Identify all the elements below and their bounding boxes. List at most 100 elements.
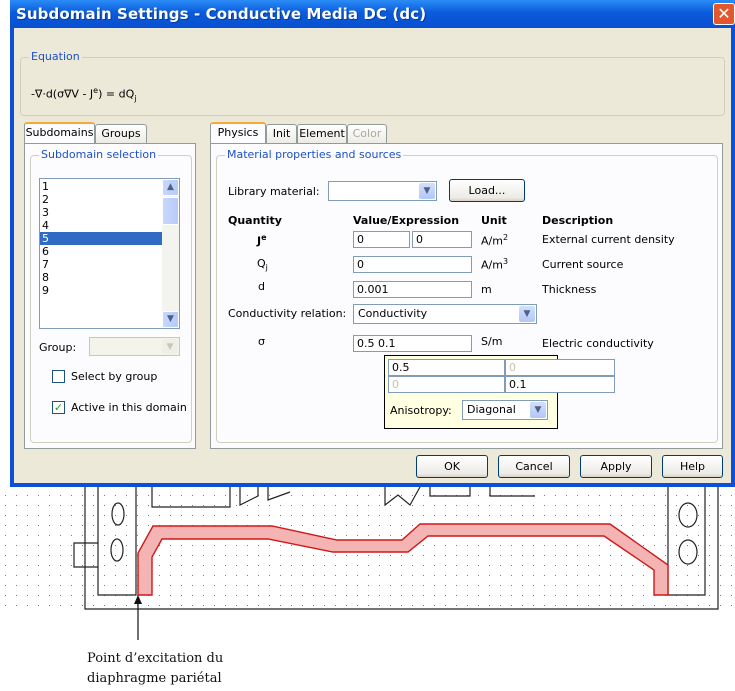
conductivity-relation-select[interactable]: Conductivity ▼ <box>353 304 537 324</box>
tab-groups[interactable]: Groups <box>95 124 147 143</box>
tab-physics[interactable]: Physics <box>210 122 266 143</box>
apply-button[interactable]: Apply <box>580 455 652 478</box>
tab-init-label: Init <box>272 127 291 140</box>
list-item[interactable]: 6 <box>40 245 179 258</box>
list-item[interactable]: 5 <box>40 232 179 245</box>
library-material-select[interactable]: ▼ <box>328 181 437 201</box>
description-qj: Current source <box>542 258 624 271</box>
list-item[interactable]: 9 <box>40 284 179 297</box>
select-by-group-label: Select by group <box>71 370 158 383</box>
anisotropy-select[interactable]: Diagonal ▼ <box>462 400 548 420</box>
equation-formula: -∇·d(σ∇V - Je) = dQj <box>31 86 136 103</box>
group-label: Group: <box>39 341 77 354</box>
library-material-label: Library material: <box>228 185 320 198</box>
quantity-je-sup: e <box>261 233 267 242</box>
header-value: Value/Expression <box>353 214 460 227</box>
subdomain-list-items: 123456789 <box>40 179 179 297</box>
listbox-scrollbar[interactable]: ▲ ▼ <box>162 179 179 328</box>
qj-input[interactable]: 0 <box>353 256 472 273</box>
tab-subdomains-label: Subdomains <box>25 126 94 139</box>
select-by-group-checkbox[interactable] <box>52 370 65 383</box>
chevron-down-icon: ▼ <box>530 402 546 418</box>
quantity-je: Je <box>257 233 267 248</box>
tab-subdomains[interactable]: Subdomains <box>24 122 95 143</box>
active-in-domain-label: Active in this domain <box>71 401 187 414</box>
load-button[interactable]: Load... <box>449 179 525 202</box>
list-item[interactable]: 4 <box>40 219 179 232</box>
subdomain-settings-dialog: Subdomain Settings - Conductive Media DC… <box>10 0 735 487</box>
tab-groups-label: Groups <box>101 127 141 140</box>
load-button-label: Load... <box>468 184 506 197</box>
close-button[interactable]: ✕ <box>713 3 735 25</box>
group-select[interactable]: ▼ <box>89 337 180 356</box>
je-x-input[interactable]: 0 <box>353 231 410 248</box>
material-properties-legend: Material properties and sources <box>225 148 404 161</box>
unit-sigma: S/m <box>481 335 503 348</box>
chevron-down-icon: ▼ <box>419 183 435 199</box>
tensor-yy-input[interactable]: 0.1 <box>505 376 615 393</box>
chevron-down-icon: ▼ <box>162 339 178 354</box>
unit-je: A/m2 <box>481 233 508 248</box>
conductivity-relation-value: Conductivity <box>358 307 428 320</box>
scroll-up-button[interactable]: ▲ <box>162 179 179 196</box>
description-sigma: Electric conductivity <box>542 337 654 350</box>
tab-physics-label: Physics <box>217 126 259 139</box>
tab-element[interactable]: Element <box>297 124 347 143</box>
je-y-input[interactable]: 0 <box>412 231 472 248</box>
header-description: Description <box>542 214 614 227</box>
figure-caption: Point d’excitation du diaphragme pariéta… <box>87 649 223 689</box>
ok-button[interactable]: OK <box>416 455 488 478</box>
checkmark-icon: ✓ <box>53 401 64 414</box>
apply-button-label: Apply <box>600 460 632 473</box>
equation-sub: j <box>134 93 137 103</box>
quantity-qj-base: Q <box>257 257 266 270</box>
help-button-label: Help <box>679 460 706 473</box>
subdomain-selection-legend: Subdomain selection <box>39 148 159 161</box>
unit-qj: A/m3 <box>481 257 508 272</box>
header-quantity: Quantity <box>228 214 282 227</box>
scroll-down-button[interactable]: ▼ <box>162 311 179 328</box>
help-button[interactable]: Help <box>662 455 723 478</box>
quantity-qj: Qj <box>257 257 268 272</box>
tab-init[interactable]: Init <box>266 124 297 143</box>
active-in-domain-checkbox[interactable]: ✓ <box>52 401 65 414</box>
unit-d: m <box>481 283 492 296</box>
list-item[interactable]: 1 <box>40 180 179 193</box>
scroll-thumb[interactable] <box>162 197 179 225</box>
caption-line-2: diaphragme pariétal <box>87 671 222 686</box>
equation-part-2: ) = dQ <box>98 87 135 101</box>
equation-legend: Equation <box>29 50 82 63</box>
sigma-input[interactable]: 0.5 0.1 <box>353 335 472 352</box>
conductivity-relation-label: Conductivity relation: <box>228 307 347 320</box>
equation-part-1: -∇·d(σ∇V - J <box>31 87 94 101</box>
quantity-d: d <box>258 280 265 293</box>
description-je: External current density <box>542 233 675 246</box>
equation-group: Equation -∇·d(σ∇V - Je) = dQj <box>20 50 725 116</box>
list-item[interactable]: 3 <box>40 206 179 219</box>
cancel-button-label: Cancel <box>515 460 553 473</box>
thickness-input[interactable]: 0.001 <box>353 281 472 298</box>
cancel-button[interactable]: Cancel <box>498 455 570 478</box>
description-d: Thickness <box>542 283 597 296</box>
dialog-client-area: Equation -∇·d(σ∇V - Je) = dQj Subdomains… <box>14 28 731 483</box>
anisotropy-value: Diagonal <box>467 403 516 416</box>
title-bar[interactable]: Subdomain Settings - Conductive Media DC… <box>10 0 735 28</box>
caption-line-1: Point d’excitation du <box>87 651 224 666</box>
tab-color: Color <box>347 124 387 143</box>
unit-qj-sup: 3 <box>502 257 509 266</box>
tensor-xx-input[interactable]: 0.5 <box>388 359 505 376</box>
tensor-yx-input[interactable]: 0 <box>388 376 505 393</box>
tab-color-label: Color <box>352 127 382 140</box>
subdomain-listbox[interactable]: 123456789 ▲ ▼ <box>39 178 180 329</box>
list-item[interactable]: 8 <box>40 271 179 284</box>
tab-element-label: Element <box>299 127 345 140</box>
close-icon: ✕ <box>717 4 731 23</box>
ok-button-label: OK <box>444 460 460 473</box>
list-item[interactable]: 7 <box>40 258 179 271</box>
quantity-qj-sub: j <box>265 263 268 273</box>
list-item[interactable]: 2 <box>40 193 179 206</box>
unit-je-sup: 2 <box>502 233 509 242</box>
dialog-title: Subdomain Settings - Conductive Media DC… <box>16 5 427 23</box>
subdomains-panel: Subdomain selection 123456789 ▲ ▼ Group:… <box>24 143 196 449</box>
tensor-xy-input[interactable]: 0 <box>505 359 615 376</box>
